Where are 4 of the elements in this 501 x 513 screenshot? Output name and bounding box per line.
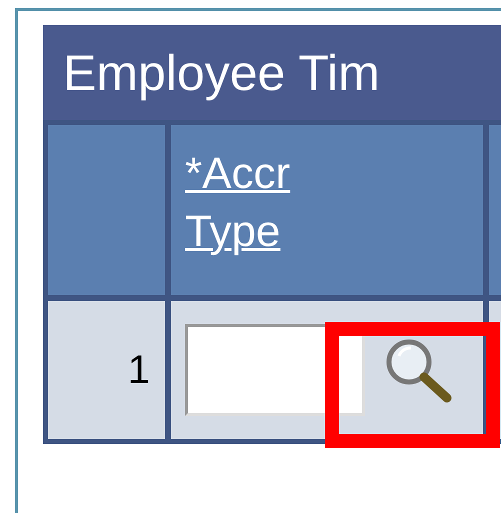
accr-type-field[interactable]	[185, 324, 365, 416]
column-sort-link[interactable]: *Accr Type	[185, 145, 365, 261]
grid-title: Employee Tim	[43, 25, 501, 120]
row-number: 1	[48, 301, 165, 439]
